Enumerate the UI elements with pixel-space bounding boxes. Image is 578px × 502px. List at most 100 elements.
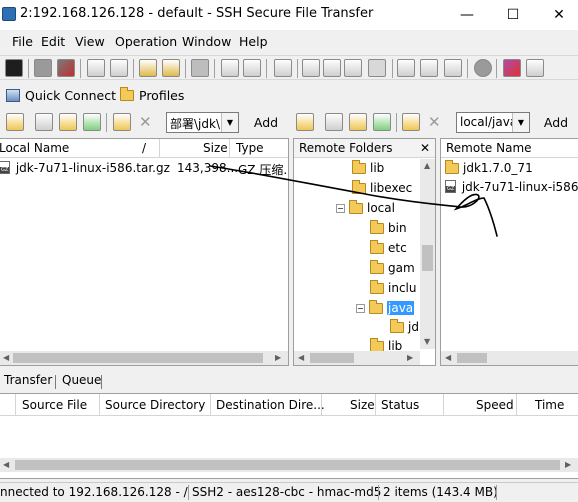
up-folder-icon[interactable] (296, 113, 314, 131)
column-speed[interactable]: Speed (476, 398, 514, 412)
close-button[interactable]: ✕ (536, 0, 578, 30)
menu-file[interactable]: File (12, 34, 33, 49)
local-file-row[interactable]: jdk-7u71-linux-i586.tar.gz (0, 161, 170, 175)
collapse-icon[interactable]: − (336, 203, 345, 213)
new-file-transfer-icon[interactable] (162, 59, 180, 77)
tree-item-lib[interactable]: lib (352, 159, 384, 175)
list-view-icon[interactable] (344, 59, 362, 77)
toolbar-separator (266, 59, 267, 78)
column-divider (15, 394, 16, 415)
menu-edit[interactable]: Edit (41, 34, 65, 49)
column-type[interactable]: Type (236, 141, 264, 155)
scroll-thumb[interactable] (310, 353, 354, 363)
up-folder-icon[interactable] (6, 113, 24, 131)
tree-hscrollbar[interactable]: ◀ ▶ (294, 351, 420, 365)
scroll-left-icon[interactable]: ◀ (298, 353, 304, 362)
menu-view[interactable]: View (75, 34, 105, 49)
toolbar-separator (467, 59, 468, 78)
new-terminal-icon[interactable] (139, 59, 157, 77)
column-source-directory[interactable]: Source Directory (105, 398, 205, 412)
parent-folder-icon[interactable] (349, 113, 367, 131)
close-icon[interactable]: ✕ (420, 141, 430, 155)
chevron-down-icon[interactable]: ▼ (512, 113, 529, 132)
collapse-icon[interactable]: − (356, 303, 365, 313)
save-icon[interactable] (5, 59, 23, 77)
help-book-icon[interactable] (503, 59, 521, 77)
scroll-thumb[interactable] (457, 353, 487, 363)
tab-queue[interactable]: Queue (62, 373, 101, 387)
remote-path-combo[interactable]: local/java ▼ (456, 112, 530, 133)
delete-icon[interactable]: ✕ (139, 113, 152, 131)
scroll-thumb[interactable] (422, 245, 433, 271)
scroll-left-icon[interactable]: ◀ (3, 353, 9, 362)
tree-item-bin[interactable]: bin (370, 219, 407, 235)
home-icon[interactable] (325, 113, 343, 131)
menu-window[interactable]: Window (182, 34, 231, 49)
auto-mode-icon[interactable] (444, 59, 462, 77)
parent-folder-icon[interactable] (59, 113, 77, 131)
remote-file-row[interactable]: jdk-7u71-linux-i586.t (445, 180, 578, 194)
home-icon[interactable] (35, 113, 53, 131)
scroll-right-icon[interactable]: ▶ (565, 460, 571, 469)
tab-transfer[interactable]: Transfer (4, 373, 52, 387)
transfer-hscrollbar[interactable]: ◀ ▶ (0, 458, 578, 472)
refresh-icon[interactable] (83, 113, 101, 131)
download-icon[interactable] (221, 59, 239, 77)
column-size[interactable]: Size (350, 398, 375, 412)
scroll-thumb[interactable] (13, 353, 263, 363)
maximize-button[interactable]: ☐ (490, 0, 536, 30)
scroll-right-icon[interactable]: ▶ (407, 353, 413, 362)
tree-item-games[interactable]: gam (370, 259, 415, 275)
ascii-mode-icon[interactable] (397, 59, 415, 77)
column-local-name[interactable]: Local Name (0, 141, 69, 155)
scroll-left-icon[interactable]: ◀ (445, 353, 451, 362)
tree-item-jdk[interactable]: jd (390, 318, 419, 334)
delete-icon[interactable]: ✕ (428, 113, 441, 131)
tree-item-etc[interactable]: etc (370, 239, 407, 255)
tree-item-java[interactable]: − java (356, 299, 415, 315)
new-folder-icon[interactable] (402, 113, 420, 131)
quick-connect-button[interactable]: Quick Connect (6, 86, 116, 104)
context-help-icon[interactable] (526, 59, 544, 77)
scroll-thumb[interactable] (15, 460, 560, 470)
scroll-up-icon[interactable]: ▲ (424, 161, 430, 170)
minimize-button[interactable]: — (444, 0, 490, 30)
new-folder-icon[interactable] (113, 113, 131, 131)
column-time[interactable]: Time (535, 398, 564, 412)
column-source-file[interactable]: Source File (22, 398, 87, 412)
tree-item-libexec[interactable]: libexec (352, 179, 412, 195)
profiles-button[interactable]: Profiles (120, 86, 184, 104)
small-icons-icon[interactable] (323, 59, 341, 77)
tree-item-include[interactable]: inclu (370, 279, 416, 295)
stop-icon[interactable] (474, 59, 492, 77)
connect-icon[interactable] (34, 59, 52, 77)
remote-hscrollbar[interactable]: ◀ (441, 351, 578, 365)
copy-icon[interactable] (87, 59, 105, 77)
menu-operation[interactable]: Operation (115, 34, 177, 49)
binary-mode-icon[interactable] (420, 59, 438, 77)
column-destination-directory[interactable]: Destination Dire... (216, 398, 325, 412)
local-path-combo[interactable]: 部署\jdk\ ▼ (166, 112, 239, 133)
remote-add-button[interactable]: Add (536, 112, 576, 133)
refresh-icon[interactable] (373, 113, 391, 131)
paste-icon[interactable] (110, 59, 128, 77)
column-status[interactable]: Status (381, 398, 419, 412)
large-icons-icon[interactable] (302, 59, 320, 77)
settings-icon[interactable] (191, 59, 209, 77)
upload-icon[interactable] (243, 59, 261, 77)
disconnect-icon[interactable] (57, 59, 75, 77)
scroll-left-icon[interactable]: ◀ (3, 460, 9, 469)
scroll-down-icon[interactable]: ▼ (424, 337, 430, 346)
scroll-right-icon[interactable]: ▶ (275, 353, 281, 362)
menu-help[interactable]: Help (239, 34, 268, 49)
local-add-button[interactable]: Add (246, 112, 286, 133)
tree-vscrollbar[interactable]: ▲ ▼ (420, 159, 435, 349)
tree-item-local[interactable]: − local (336, 199, 395, 215)
detail-view-icon[interactable] (274, 59, 292, 77)
chevron-down-icon[interactable]: ▼ (221, 113, 238, 132)
column-remote-name[interactable]: Remote Name (446, 141, 532, 155)
details-icon[interactable] (368, 59, 386, 77)
remote-file-row[interactable]: jdk1.7.0_71 (445, 159, 533, 175)
column-size[interactable]: Size (203, 141, 228, 155)
local-hscrollbar[interactable]: ◀ ▶ (0, 351, 288, 365)
